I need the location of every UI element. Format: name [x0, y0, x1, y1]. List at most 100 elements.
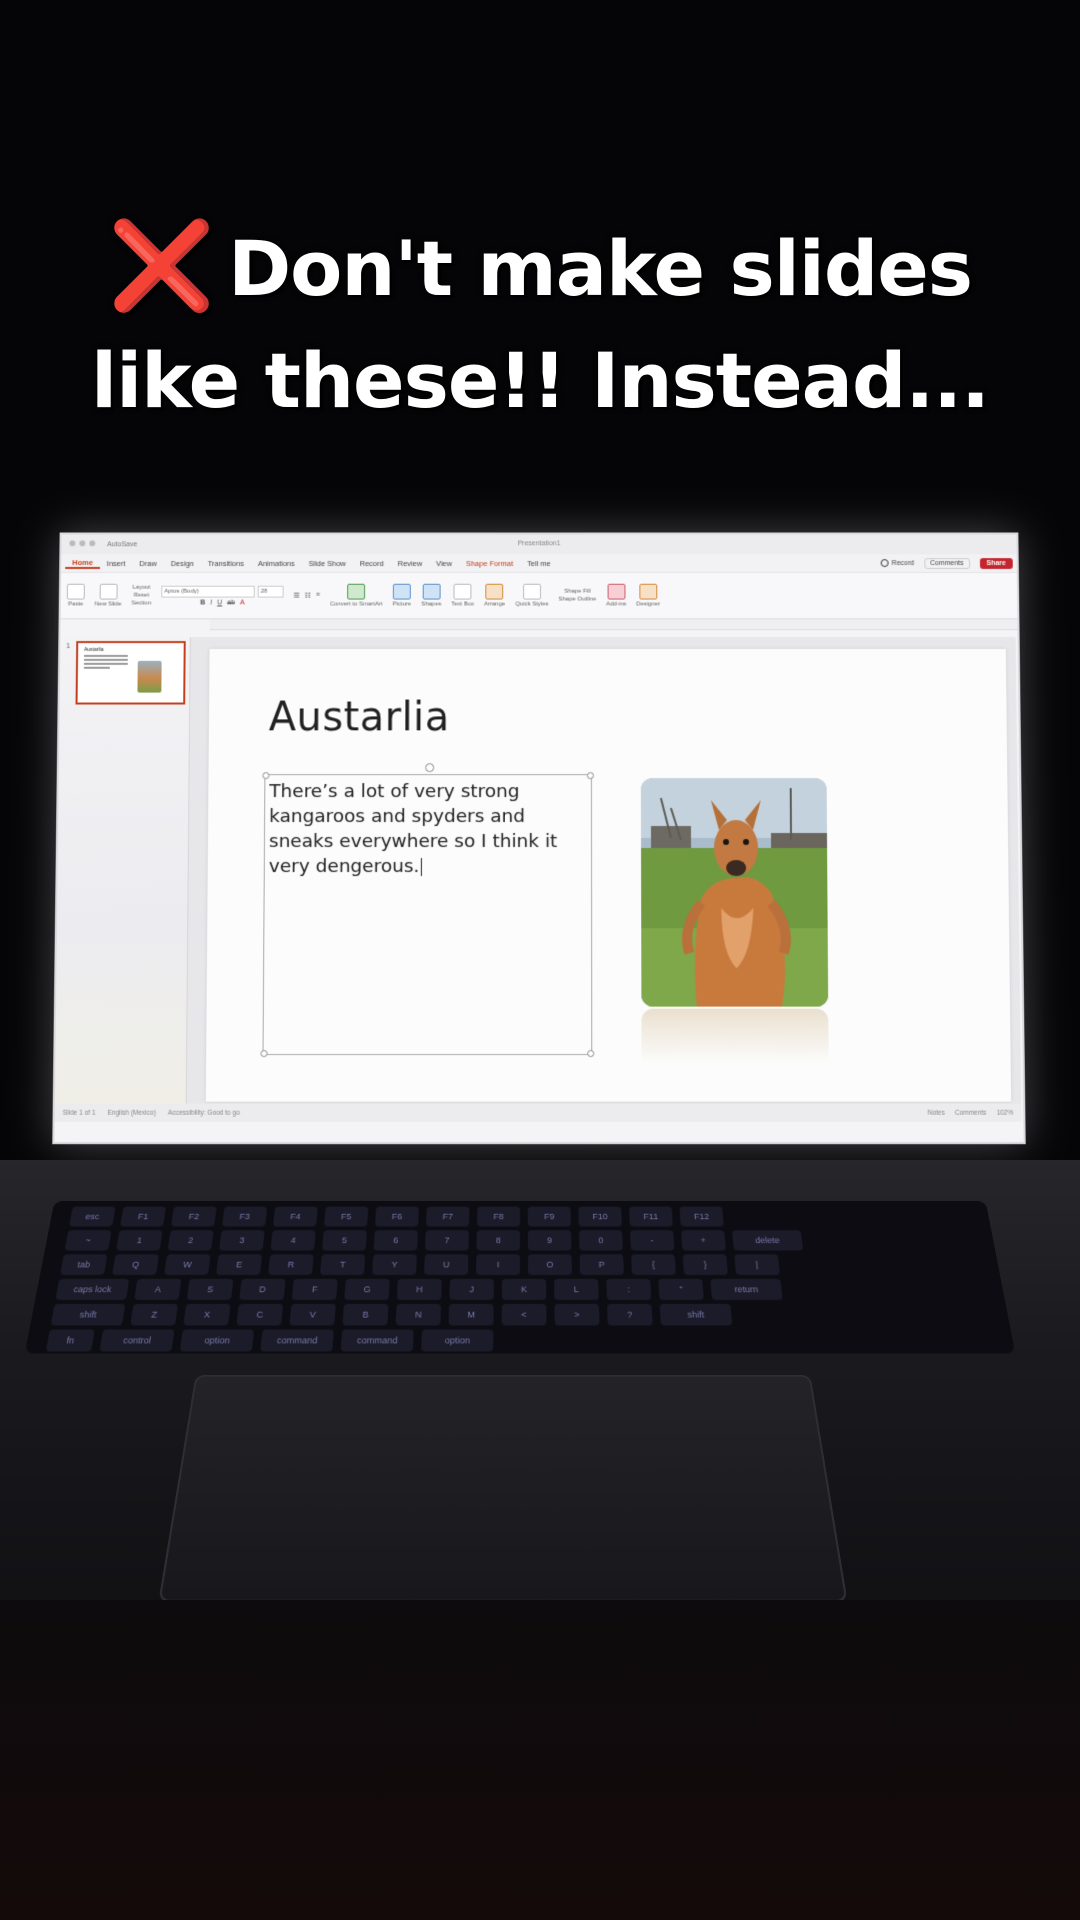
slide-thumbnail[interactable]: Austarlia	[75, 641, 186, 705]
underline-button[interactable]: U	[217, 599, 222, 606]
key-x[interactable]: X	[183, 1303, 231, 1326]
key-g[interactable]: G	[344, 1278, 390, 1300]
kangaroo-photo[interactable]	[640, 778, 829, 1007]
key-l[interactable]: L	[554, 1278, 599, 1300]
key-tab[interactable]: tab	[60, 1254, 108, 1275]
key-command[interactable]: command	[340, 1329, 414, 1352]
slide-canvas[interactable]: Austarlia There’s a lot of very strong k…	[205, 648, 1012, 1102]
key-2[interactable]: 2	[167, 1230, 214, 1251]
tab-animations[interactable]: Animations	[251, 559, 302, 568]
key-esc[interactable]: esc	[69, 1206, 116, 1227]
key-b[interactable]: B	[342, 1303, 389, 1326]
resize-handle-br[interactable]	[587, 1050, 595, 1058]
comments-status-button[interactable]: Comments	[955, 1109, 987, 1116]
tab-view[interactable]: View	[429, 559, 459, 568]
numbering-icon[interactable]: ☷	[305, 592, 311, 600]
new-slide-button[interactable]: New Slide	[95, 583, 122, 607]
trackpad[interactable]	[158, 1374, 848, 1602]
key-a[interactable]: A	[134, 1278, 182, 1300]
add-ins-button[interactable]: Add-ins	[606, 583, 626, 607]
tab-slide-show[interactable]: Slide Show	[302, 559, 353, 568]
key-c[interactable]: C	[236, 1303, 284, 1326]
key-1[interactable]: 1	[116, 1230, 163, 1251]
notes-button[interactable]: Notes	[928, 1109, 945, 1116]
key-9[interactable]: 9	[527, 1230, 572, 1251]
key-0[interactable]: 0	[578, 1230, 623, 1251]
paste-button[interactable]: Paste	[66, 583, 85, 607]
resize-handle-bl[interactable]	[260, 1050, 268, 1058]
key-z[interactable]: Z	[130, 1303, 179, 1326]
key-k[interactable]: K	[501, 1278, 547, 1300]
tab-review[interactable]: Review	[391, 559, 429, 568]
record-button[interactable]: Record	[880, 559, 914, 567]
key-fn[interactable]: fn	[45, 1329, 95, 1352]
convert-smartart-button[interactable]: Convert to SmartArt	[330, 583, 383, 607]
key-h[interactable]: H	[396, 1278, 442, 1300]
tab-design[interactable]: Design	[164, 559, 201, 568]
share-button[interactable]: Share	[979, 557, 1013, 569]
quick-styles-button[interactable]: Quick Styles	[515, 583, 548, 607]
key-t[interactable]: T	[320, 1254, 366, 1275]
zoom-level[interactable]: 102%	[996, 1109, 1013, 1116]
font-size-select[interactable]: 28	[257, 585, 284, 598]
key-w[interactable]: W	[164, 1254, 211, 1275]
comments-button[interactable]: Comments	[923, 557, 970, 569]
key--[interactable]: +	[681, 1230, 726, 1251]
key-s[interactable]: S	[186, 1278, 234, 1300]
key-m[interactable]: M	[448, 1303, 494, 1326]
key-u[interactable]: U	[424, 1254, 469, 1275]
arrange-button[interactable]: Arrange	[484, 583, 505, 607]
key-f1[interactable]: F1	[120, 1206, 167, 1227]
key-r[interactable]: R	[268, 1254, 314, 1275]
key-f11[interactable]: F11	[628, 1206, 673, 1227]
key--[interactable]: <	[501, 1303, 547, 1326]
body-text[interactable]: There’s a lot of very strong kangaroos a…	[269, 779, 589, 879]
key-f5[interactable]: F5	[323, 1206, 369, 1227]
key--[interactable]: |	[734, 1254, 780, 1275]
key-3[interactable]: 3	[219, 1230, 265, 1251]
text-box-button[interactable]: Text Box	[451, 583, 474, 607]
key--[interactable]: -	[629, 1230, 675, 1251]
key--[interactable]: "	[658, 1278, 704, 1300]
tab-tell-me[interactable]: Tell me	[520, 559, 558, 568]
key-f9[interactable]: F9	[527, 1206, 571, 1227]
body-text-box[interactable]: There’s a lot of very strong kangaroos a…	[260, 763, 595, 1058]
language-indicator[interactable]: English (Mexico)	[108, 1109, 156, 1116]
key-v[interactable]: V	[289, 1303, 336, 1326]
slide-title[interactable]: Austarlia	[269, 695, 450, 741]
key--[interactable]: ~	[64, 1230, 112, 1251]
key-shift[interactable]: shift	[659, 1303, 733, 1326]
key--[interactable]: }	[682, 1254, 728, 1275]
bold-button[interactable]: B	[200, 599, 205, 606]
key--[interactable]: {	[631, 1254, 676, 1275]
tab-record[interactable]: Record	[353, 559, 391, 568]
key-option[interactable]: option	[179, 1329, 255, 1352]
key-p[interactable]: P	[579, 1254, 624, 1275]
key-j[interactable]: J	[449, 1278, 494, 1300]
key-caps-lock[interactable]: caps lock	[55, 1278, 130, 1300]
key-f8[interactable]: F8	[476, 1206, 520, 1227]
shapes-button[interactable]: Shapes	[421, 583, 441, 607]
key-f6[interactable]: F6	[374, 1206, 419, 1227]
key-control[interactable]: control	[99, 1329, 175, 1352]
resize-handle-tr[interactable]	[586, 772, 594, 780]
key-f4[interactable]: F4	[272, 1206, 318, 1227]
key--[interactable]: ?	[607, 1303, 653, 1326]
designer-button[interactable]: Designer	[636, 583, 660, 607]
tab-home[interactable]: Home	[65, 557, 100, 569]
key-o[interactable]: O	[527, 1254, 572, 1275]
bullets-icon[interactable]: ☰	[293, 592, 299, 600]
key-e[interactable]: E	[216, 1254, 263, 1275]
tab-draw[interactable]: Draw	[132, 559, 163, 568]
key-q[interactable]: Q	[112, 1254, 160, 1275]
shape-fill-button[interactable]: Shape Fill	[564, 589, 591, 595]
tab-shape-format[interactable]: Shape Format	[459, 559, 520, 568]
key-d[interactable]: D	[239, 1278, 286, 1300]
layout-button[interactable]: Layout	[133, 585, 151, 591]
strike-button[interactable]: ab	[227, 599, 235, 606]
reset-button[interactable]: Reset	[134, 593, 150, 599]
rotate-handle[interactable]	[425, 763, 435, 773]
italic-button[interactable]: I	[210, 599, 212, 606]
key-delete[interactable]: delete	[732, 1230, 804, 1251]
tab-transitions[interactable]: Transitions	[201, 559, 251, 568]
